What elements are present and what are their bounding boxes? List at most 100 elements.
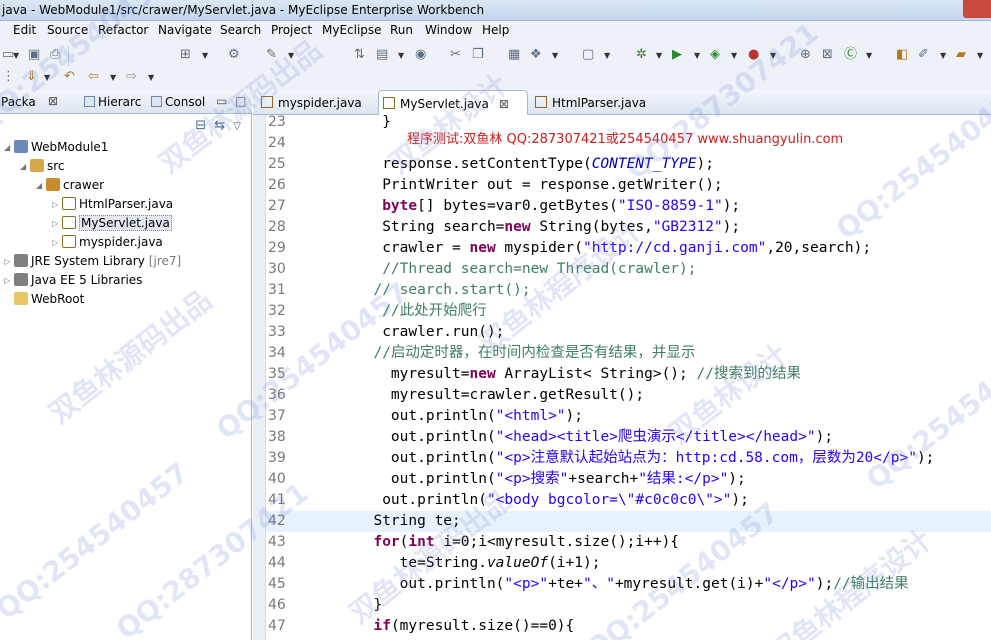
profile-icon[interactable]: ●: [748, 46, 759, 64]
tree-item[interactable]: ▷ JRE System Library [jre7]: [4, 252, 181, 271]
dropdown-icon[interactable]: ▼: [770, 51, 776, 60]
code-line[interactable]: 27 byte[] bytes=var0.getBytes("ISO-8859-…: [266, 196, 991, 217]
dropdown-icon[interactable]: ▼: [398, 51, 404, 60]
code-line[interactable]: 46 }: [266, 595, 991, 616]
maximize-icon[interactable]: □: [235, 94, 246, 108]
code-line[interactable]: 45 out.println("<p>"+te+"、"+myresult.get…: [266, 574, 991, 595]
code-line[interactable]: 36 myresult=crawler.getResult();: [266, 385, 991, 406]
save-icon[interactable]: ▣: [28, 46, 40, 64]
dropdown-icon[interactable]: ▼: [44, 73, 50, 82]
code-line[interactable]: 29 crawler = new myspider("http://cd.gan…: [266, 238, 991, 259]
code-line[interactable]: 38 out.println("<head><title>爬虫演示</title…: [266, 427, 991, 448]
close-tab-icon[interactable]: ⊠: [48, 94, 58, 108]
code-line[interactable]: 35 myresult=new ArrayList< String>(); //…: [266, 364, 991, 385]
expanded-arrow-icon[interactable]: ◢: [4, 138, 14, 157]
copy-icon[interactable]: ❐: [472, 46, 484, 64]
expanded-arrow-icon[interactable]: ◢: [36, 176, 46, 195]
last-edit-icon[interactable]: ↶: [64, 68, 75, 86]
menu-search[interactable]: Search: [220, 23, 261, 37]
tree-item[interactable]: ◢ src: [20, 157, 65, 176]
back-icon[interactable]: ⇦: [88, 68, 99, 86]
minimize-icon[interactable]: ▭: [216, 94, 227, 108]
dropdown-icon[interactable]: ▼: [604, 51, 610, 60]
menu-edit[interactable]: Edit: [13, 23, 36, 37]
dropdown-icon[interactable]: ▼: [731, 51, 737, 60]
expanded-arrow-icon[interactable]: ◢: [20, 157, 30, 176]
close-tab-icon[interactable]: ⊠: [499, 97, 509, 111]
dropdown-icon[interactable]: ▼: [110, 73, 116, 82]
monitor-icon[interactable]: ▢: [582, 46, 594, 64]
menu-source[interactable]: Source: [47, 23, 88, 37]
code-line[interactable]: 34 //启动定时器，在时间内检查是否有结果，并显示: [266, 343, 991, 364]
team-icon[interactable]: ❖: [530, 46, 542, 64]
code-line[interactable]: 37 out.println("<html>");: [266, 406, 991, 427]
code-line[interactable]: 32 //此处开始爬行: [266, 301, 991, 322]
dropdown-icon[interactable]: ▼: [288, 51, 294, 60]
code-line[interactable]: 39 out.println("<p>注意默认起始站点为：http:cd.58.…: [266, 448, 991, 469]
open-folder-icon[interactable]: ▰: [956, 46, 966, 64]
dropdown-icon[interactable]: ▼: [694, 51, 700, 60]
code-line[interactable]: 43 for(int i=0;i<myresult.size();i++){: [266, 532, 991, 553]
code-line[interactable]: 41 out.println("<body bgcolor=\"#c0c0c0\…: [266, 490, 991, 511]
deploy-icon[interactable]: ⇅: [354, 46, 365, 64]
debug-icon[interactable]: ✲: [636, 46, 647, 64]
collapsed-arrow-icon[interactable]: ▷: [4, 271, 14, 290]
menu-window[interactable]: Window: [425, 23, 472, 37]
menu-run[interactable]: Run: [390, 23, 413, 37]
search-tool-icon[interactable]: ✐: [918, 46, 929, 64]
tree-item[interactable]: ▷ Java EE 5 Libraries: [4, 271, 142, 290]
code-line[interactable]: 28 String search=new String(bytes,"GB231…: [266, 217, 991, 238]
code-line[interactable]: 31 // search.start();: [266, 280, 991, 301]
code-line[interactable]: 44 te=String.valueOf(i+1);: [266, 553, 991, 574]
tab-console[interactable]: Consol: [151, 95, 205, 109]
tree-item[interactable]: WebRoot: [4, 290, 84, 309]
menu-refactor[interactable]: Refactor: [98, 23, 148, 37]
next-annotation-icon[interactable]: ⋮: [2, 68, 15, 86]
code-line[interactable]: 26 PrintWriter out = response.getWriter(…: [266, 175, 991, 196]
menu-myeclipse[interactable]: MyEclipse: [322, 23, 382, 37]
dropdown-icon[interactable]: ▼: [202, 51, 208, 60]
code-line[interactable]: 40 out.println("<p>搜索"+search+"结果:</p>")…: [266, 469, 991, 490]
tree-item[interactable]: ▷ HtmlParser.java: [52, 195, 173, 214]
dropdown-icon[interactable]: ▼: [940, 51, 946, 60]
code-line[interactable]: 47 if(myresult.size()==0){: [266, 616, 991, 637]
run-server-icon[interactable]: ▤: [376, 46, 388, 64]
collapsed-arrow-icon[interactable]: ▷: [52, 214, 62, 233]
new-java-project-icon[interactable]: ⊕: [800, 46, 811, 64]
code-line[interactable]: 42 String te;: [266, 511, 991, 532]
tree-item[interactable]: ◢ crawer: [36, 176, 104, 195]
tab-package-explorer[interactable]: Packa: [1, 95, 36, 109]
new-class-icon[interactable]: Ⓒ: [844, 46, 857, 64]
annotation-icon[interactable]: ⇓: [26, 68, 37, 86]
menu-help[interactable]: Help: [482, 23, 509, 37]
collapsed-arrow-icon[interactable]: ▷: [4, 252, 14, 271]
dropdown-icon[interactable]: ▼: [977, 51, 983, 60]
view-menu-icon[interactable]: ▽: [233, 121, 241, 132]
collapsed-arrow-icon[interactable]: ▷: [52, 233, 62, 252]
dropdown-icon[interactable]: ▼: [148, 73, 154, 82]
link-editor-icon[interactable]: ⇆: [214, 118, 225, 133]
open-type-icon[interactable]: ⊞: [180, 46, 191, 64]
run-external-icon[interactable]: ◈: [710, 46, 720, 64]
code-line[interactable]: 30 //Thread search=new Thread(crawler);: [266, 259, 991, 280]
forward-icon[interactable]: ⇨: [126, 68, 137, 86]
db-icon[interactable]: ▦: [508, 46, 520, 64]
dropdown-icon[interactable]: ▼: [552, 51, 558, 60]
browser-icon[interactable]: ◉: [415, 46, 426, 64]
new-package-icon[interactable]: ⊠: [822, 46, 833, 64]
collapsed-arrow-icon[interactable]: ▷: [52, 195, 62, 214]
tree-item[interactable]: ▷ MyServlet.java: [52, 214, 172, 233]
run-icon[interactable]: ▶: [672, 46, 682, 64]
close-window-button[interactable]: [963, 0, 991, 18]
menu-project[interactable]: Project: [271, 23, 312, 37]
tree-item[interactable]: ▷ myspider.java: [52, 233, 163, 252]
debug-server-icon[interactable]: ⚙: [228, 46, 240, 64]
menu-navigate[interactable]: Navigate: [158, 23, 212, 37]
tab-hierarchy[interactable]: Hierarc: [84, 95, 141, 109]
dropdown-icon[interactable]: ▼: [866, 51, 872, 60]
code-line[interactable]: 33 crawler.run();: [266, 322, 991, 343]
open-task-icon[interactable]: ◧: [896, 46, 908, 64]
tree-item[interactable]: ◢ WebModule1: [4, 138, 108, 157]
new-dropdown-icon[interactable]: ▼: [13, 51, 19, 60]
code-line[interactable]: 25 response.setContentType(CONTENT_TYPE)…: [266, 154, 991, 175]
